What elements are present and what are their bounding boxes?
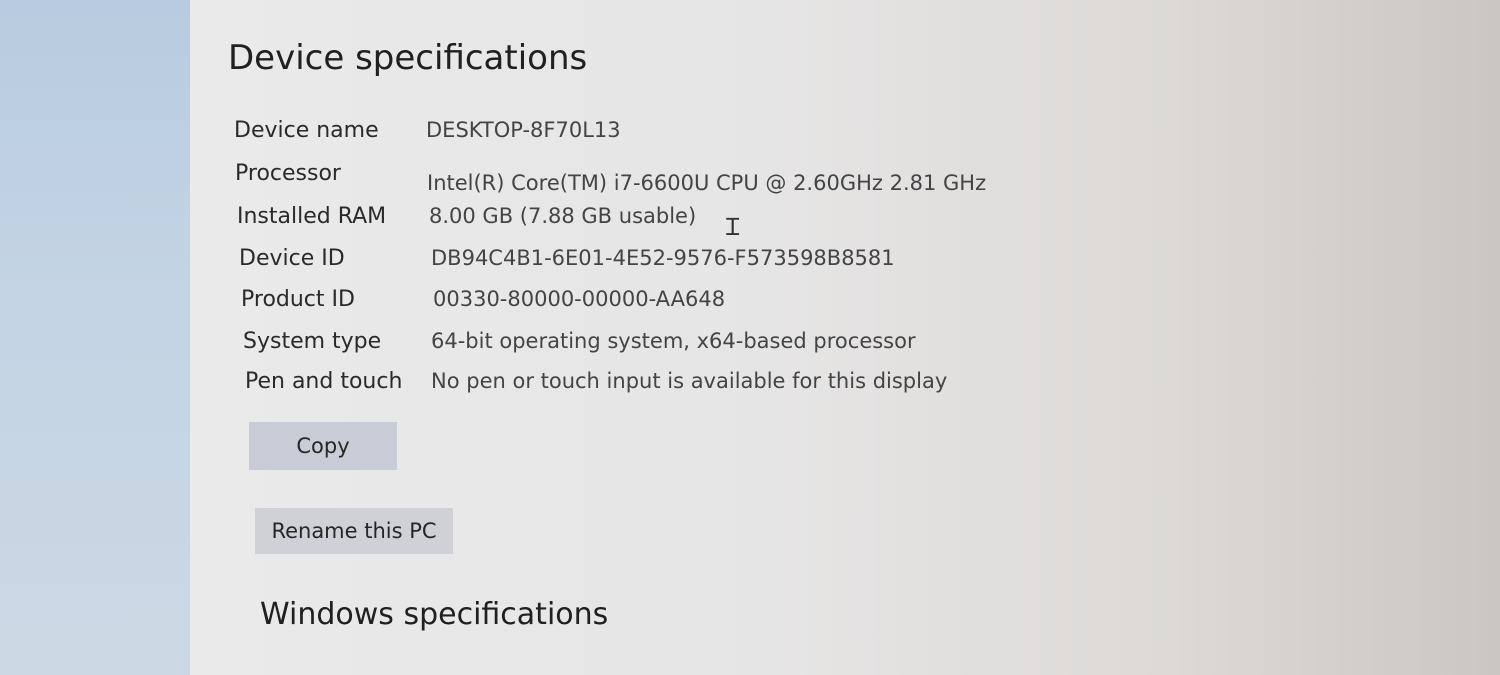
spec-value: No pen or touch input is available for t… — [431, 369, 948, 393]
copy-button[interactable]: Copy — [249, 422, 397, 470]
spec-row-product-id: Product ID 00330-80000-00000-AA648 — [241, 287, 1041, 321]
spec-row-processor: Processor Intel(R) Core(TM) i7-6600U CPU… — [235, 161, 1035, 195]
settings-nav-pane — [0, 0, 215, 675]
text-cursor-icon: Ɪ — [726, 213, 740, 241]
spec-label: Device ID — [239, 246, 345, 271]
spec-label: System type — [243, 329, 382, 354]
device-specifications-heading: Device specifications — [228, 38, 588, 78]
spec-row-installed-ram: Installed RAM 8.00 GB (7.88 GB usable) — [237, 204, 1037, 238]
spec-value: DESKTOP-8F70L13 — [426, 118, 621, 142]
spec-row-system-type: System type 64-bit operating system, x64… — [243, 329, 1043, 363]
spec-row-pen-and-touch: Pen and touch No pen or touch input is a… — [245, 369, 1045, 403]
windows-specifications-heading: Windows specifications — [260, 597, 609, 632]
spec-row-device-id: Device ID DB94C4B1-6E01-4E52-9576-F57359… — [239, 246, 1039, 280]
spec-value: Intel(R) Core(TM) i7-6600U CPU @ 2.60GHz… — [427, 171, 987, 195]
rename-this-pc-button[interactable]: Rename this PC — [255, 508, 453, 554]
spec-value: DB94C4B1-6E01-4E52-9576-F573598B8581 — [431, 246, 895, 270]
spec-value: 64-bit operating system, x64-based proce… — [431, 329, 916, 353]
spec-label: Pen and touch — [245, 369, 403, 394]
spec-label: Device name — [234, 118, 379, 143]
spec-value: 00330-80000-00000-AA648 — [433, 287, 726, 311]
spec-value: 8.00 GB (7.88 GB usable) — [429, 204, 697, 228]
spec-label: Processor — [235, 161, 341, 186]
spec-row-device-name: Device name DESKTOP-8F70L13 — [234, 118, 1034, 152]
spec-label: Installed RAM — [237, 204, 387, 229]
spec-label: Product ID — [241, 287, 355, 312]
